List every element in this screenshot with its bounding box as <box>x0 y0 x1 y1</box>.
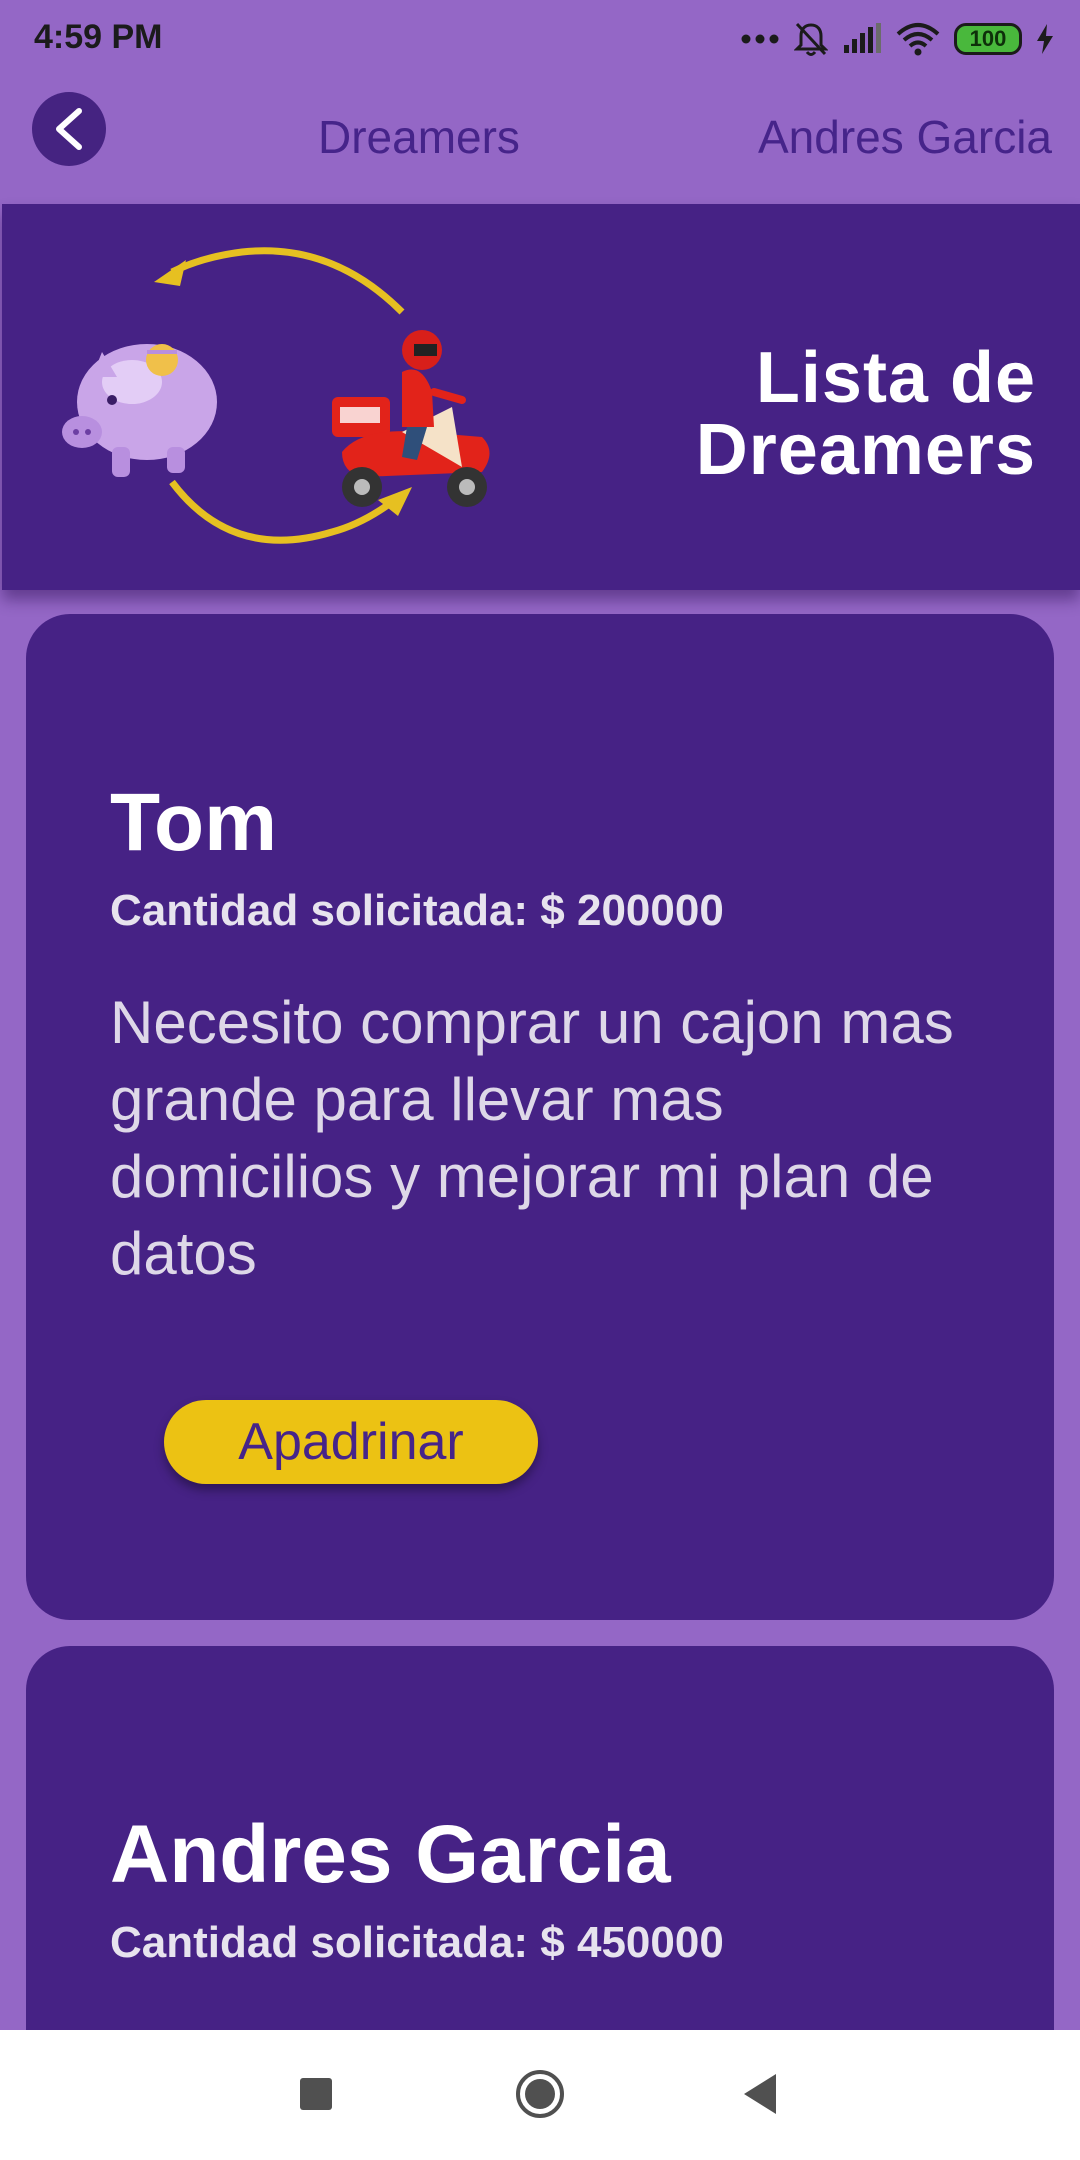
dreamer-amount: Cantidad solicitada: $ 450000 <box>110 1918 724 1967</box>
charging-icon <box>1037 24 1053 54</box>
chevron-left-icon <box>56 108 82 150</box>
banner: Lista de Dreamers <box>2 204 1080 590</box>
home-icon[interactable] <box>516 2070 564 2118</box>
banner-illustration <box>62 247 490 544</box>
dreamer-amount: Cantidad solicitada: $ 200000 <box>110 886 724 935</box>
dreamer-name: Tom <box>110 777 278 868</box>
wifi-icon <box>896 23 940 56</box>
bell-off-icon <box>794 22 828 56</box>
status-time: 4:59 PM <box>34 18 163 56</box>
dreamer-card: Tom Cantidad solicitada: $ 200000 Necesi… <box>26 614 1054 1620</box>
app-bar: Dreamers Andres Garcia <box>0 80 1080 204</box>
back-triangle-icon[interactable] <box>744 2074 776 2114</box>
page-title: Dreamers <box>318 111 520 163</box>
piggy-bank-icon <box>62 344 217 477</box>
dreamer-description: Necesito comprar un cajon mas grande par… <box>110 989 954 1287</box>
navigation-bar <box>0 2030 1080 2160</box>
status-icons: 100 <box>740 14 1054 64</box>
recent-apps-icon[interactable] <box>300 2078 332 2110</box>
more-dots-icon <box>741 34 779 44</box>
battery-level: 100 <box>969 26 1007 51</box>
status-bar: 4:59 PM 100 <box>0 0 1080 80</box>
delivery-scooter-icon <box>332 330 490 507</box>
banner-title-line2: Dreamers <box>695 410 1036 490</box>
dreamer-name: Andres Garcia <box>110 1809 671 1900</box>
back-button[interactable] <box>32 92 106 166</box>
apadrinar-button[interactable]: Apadrinar <box>164 1400 538 1484</box>
battery-icon: 100 <box>954 23 1022 55</box>
signal-icon <box>844 23 881 53</box>
banner-title-line1: Lista de <box>755 338 1036 418</box>
banner-title: Lista de Dreamers <box>696 342 1036 486</box>
user-name[interactable]: Andres Garcia <box>758 110 1052 164</box>
